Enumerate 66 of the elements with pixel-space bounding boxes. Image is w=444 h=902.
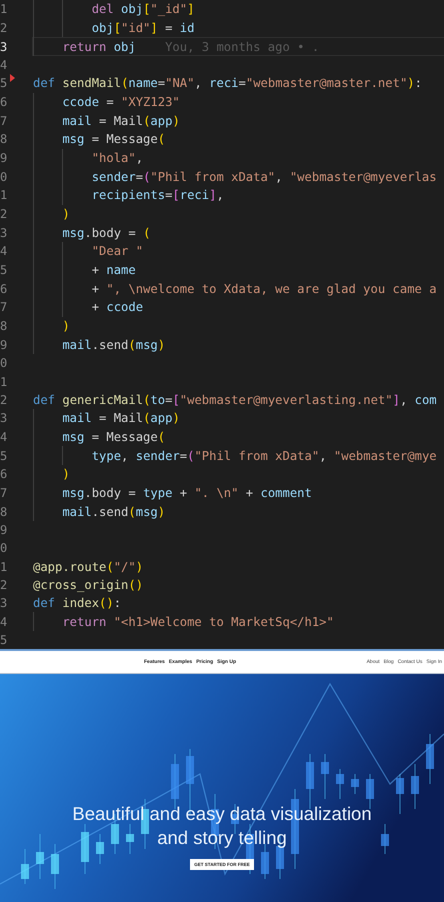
code-line: + name	[92, 262, 136, 278]
line-number: 6	[0, 94, 8, 109]
line-number: 0	[0, 170, 8, 184]
code-line: mail.send(msg)	[62, 336, 166, 354]
code-line: msg.body = type + ". \n" + comment	[62, 484, 312, 502]
line-number: 3	[0, 40, 8, 54]
code-line: type, sender=("Phil from xData", "webmaster@mye	[92, 448, 437, 464]
code-line: del obj["_id"]	[92, 1, 194, 18]
line-number: 3	[0, 226, 8, 240]
hero-headline: Beautiful and easy data visualization and story telling	[71, 802, 373, 850]
code-line: return "<h1>Welcome to MarketSq</h1>"	[62, 614, 334, 630]
code-line: )	[62, 466, 70, 483]
line-number: 4	[0, 430, 8, 444]
code-line: msg = Message(	[62, 131, 166, 148]
code-line: def sendMail(name="NA", reci="webmaster@master.net"):	[33, 75, 422, 92]
code-line: "hola",	[92, 150, 144, 166]
line-number: 7	[0, 486, 8, 500]
line-number: 3	[0, 596, 8, 610]
line-number: 1	[0, 2, 8, 16]
code-line: msg = Message(	[62, 428, 166, 446]
code-line: + ", \nwelcome to Xdata, we are glad you came a	[92, 280, 437, 298]
code-line: "Dear "	[92, 243, 144, 260]
line-number: 3	[0, 411, 8, 426]
line-number: 8	[0, 132, 8, 146]
line-number: 9	[0, 150, 8, 165]
line-number: 4	[0, 58, 8, 72]
line-number: 5	[0, 76, 8, 90]
line-number: 1	[0, 188, 8, 202]
line-number: 8	[0, 319, 8, 334]
code-line: ccode = "XYZ123"	[62, 94, 180, 110]
line-number: 9	[0, 338, 8, 352]
code-line: recipients=[reci],	[92, 187, 224, 204]
code-line: + ccode	[92, 299, 144, 316]
line-number: 8	[0, 504, 8, 519]
code-line: msg.body = (	[62, 224, 150, 242]
line-number: 7	[0, 114, 8, 128]
line-number: 2	[0, 207, 8, 221]
code-line: mail = Mail(app)	[62, 410, 180, 427]
line-number: 5	[0, 448, 8, 463]
line-number: 4	[0, 244, 8, 258]
line-number: 6	[0, 467, 8, 482]
line-number: 0	[0, 541, 8, 556]
line-number: 2	[0, 392, 8, 407]
line-number: 5	[0, 632, 8, 647]
line-number: 0	[0, 356, 8, 370]
code-line: @cross_origin()	[33, 576, 144, 593]
line-number: 9	[0, 523, 8, 538]
code-line: obj["id"] = id	[92, 20, 194, 36]
blame-annotation: You, 3 months ago • .	[165, 40, 320, 54]
code-line: def index():	[33, 595, 122, 612]
line-number: 6	[0, 282, 8, 296]
code-line: sender=("Phil from xData", "webmaster@myeverlas	[92, 168, 437, 185]
line-number: 2	[0, 578, 8, 592]
line-number: 2	[0, 21, 8, 36]
code-line: )	[62, 318, 70, 334]
line-number: 4	[0, 614, 8, 628]
code-line: def genericMail(to=["webmaster@myeverlasting.net"], com	[33, 392, 437, 408]
line-number: 1	[0, 374, 8, 388]
code-line: mail = Mail(app)	[62, 112, 180, 129]
line-number: 7	[0, 300, 8, 314]
code-line: )	[62, 206, 70, 222]
code-line: @app.route("/")	[33, 558, 144, 575]
line-number: 1	[0, 560, 8, 574]
code-line: return obj	[62, 38, 136, 56]
line-number: 5	[0, 263, 8, 278]
code-line: mail.send(msg)	[62, 504, 166, 520]
